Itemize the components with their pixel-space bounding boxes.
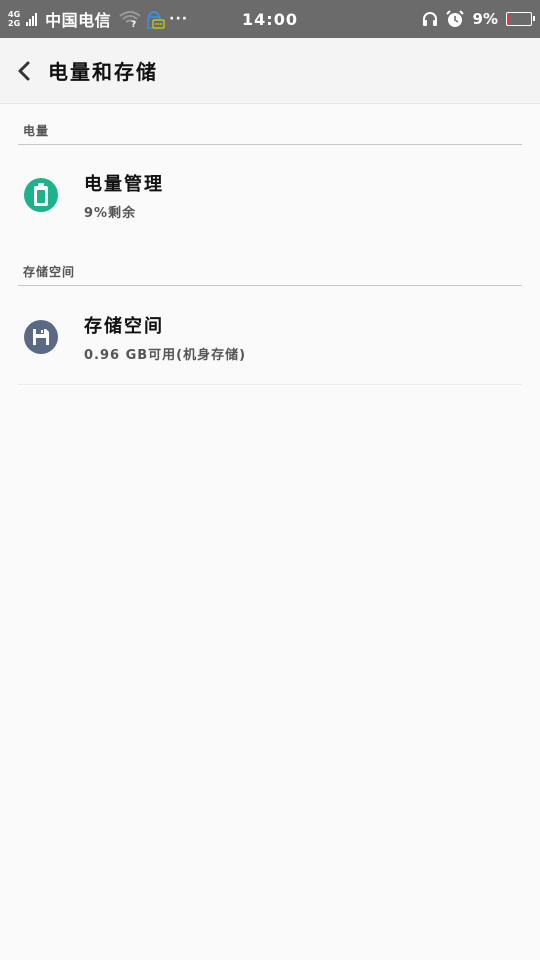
battery-icon bbox=[506, 12, 535, 26]
list-item-title: 存储空间 bbox=[84, 315, 164, 337]
floppy-disk-icon bbox=[24, 320, 58, 354]
headphones-icon bbox=[422, 12, 437, 26]
net-type-top: 4G bbox=[8, 10, 21, 19]
message-notification-icon bbox=[147, 11, 165, 29]
section-header-power: 电量 bbox=[23, 124, 50, 138]
list-item-subtitle: 9%剩余 bbox=[84, 205, 137, 221]
section-header-storage: 存储空间 bbox=[23, 265, 76, 279]
net-type-bottom: 2G bbox=[8, 19, 21, 28]
list-end-divider bbox=[18, 384, 522, 385]
status-right: 9% bbox=[421, 9, 535, 29]
svg-text:?: ? bbox=[131, 20, 136, 27]
chevron-left-icon bbox=[18, 61, 30, 80]
list-item-title: 电量管理 bbox=[84, 173, 164, 195]
list-item-text: 存储空间 0.96 GB可用(机身存储) bbox=[84, 312, 246, 363]
alarm-clock-icon bbox=[445, 10, 464, 27]
battery-percent: 9% bbox=[472, 10, 498, 28]
back-button[interactable] bbox=[0, 38, 48, 104]
section-divider bbox=[18, 285, 522, 286]
list-item-storage[interactable]: 存储空间 0.96 GB可用(机身存储) bbox=[0, 292, 540, 382]
battery-fill bbox=[508, 14, 510, 24]
more-notifications: ··· bbox=[169, 11, 189, 27]
page-title: 电量和存储 bbox=[48, 60, 158, 84]
app-header: 电量和存储 bbox=[0, 38, 540, 104]
wifi-icon: ? bbox=[119, 11, 141, 27]
carrier-name: 中国电信 bbox=[45, 11, 112, 30]
network-type: 4G 2G bbox=[8, 10, 20, 28]
status-left: 4G 2G 中国电信 ? ··· bbox=[8, 7, 228, 31]
list-item-subtitle: 0.96 GB可用(机身存储) bbox=[84, 347, 247, 363]
list-item-power-management[interactable]: 电量管理 9%剩余 bbox=[0, 150, 540, 240]
list-item-text: 电量管理 9%剩余 bbox=[84, 170, 164, 221]
battery-icon bbox=[24, 178, 58, 212]
status-bar: 4G 2G 中国电信 ? ··· 14:00 9% bbox=[0, 0, 540, 38]
section-divider bbox=[18, 144, 522, 145]
signal-strength-icon bbox=[26, 12, 38, 26]
